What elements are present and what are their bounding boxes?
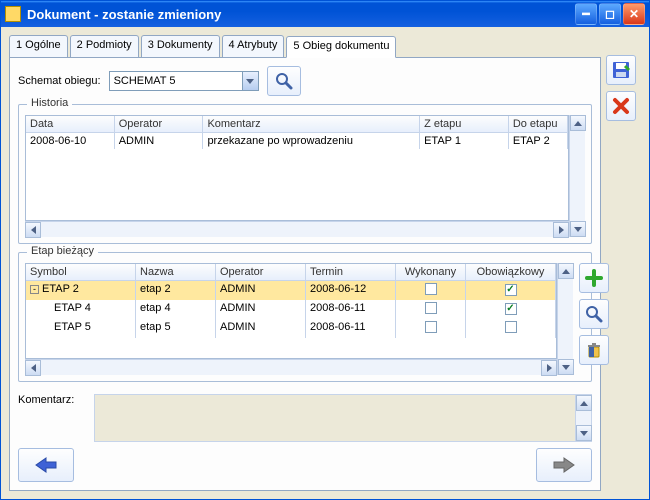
col-nazwa[interactable]: Nazwa [136,264,216,280]
scroll-left-icon[interactable] [25,222,41,238]
delete-etap-button[interactable] [579,335,609,365]
col-z-etapu[interactable]: Z etapu [420,116,509,132]
scroll-down-icon[interactable] [558,359,574,375]
etap-fieldset: Etap bieżący Symbol Nazwa Operator Termi… [18,252,592,382]
etap-body: -ETAP 2etap 2ADMIN2008-06-12ETAP 4etap 4… [26,281,556,358]
forward-button[interactable] [536,448,592,482]
table-row[interactable]: -ETAP 2etap 2ADMIN2008-06-12 [26,281,556,300]
scroll-up-icon[interactable] [558,263,574,279]
historia-body: 2008-06-10 ADMIN przekazane po wprowadze… [26,133,568,220]
historia-legend: Historia [27,97,72,109]
col-symbol[interactable]: Symbol [26,264,136,280]
etap-hscroll[interactable] [25,359,557,375]
col-wykonany[interactable]: Wykonany [396,264,466,280]
scroll-right-icon[interactable] [541,360,557,376]
schemat-row: Schemat obiegu: SCHEMAT 5 [18,66,592,96]
close-button[interactable]: ✕ [623,3,645,25]
col-operator[interactable]: Operator [216,264,306,280]
titlebar: Dokument - zostanie zmieniony ━ ◻ ✕ [1,1,649,27]
nav-row [18,448,592,482]
window-title: Dokument - zostanie zmieniony [27,7,221,22]
back-button[interactable] [18,448,74,482]
scroll-up-icon[interactable] [576,395,592,411]
add-etap-button[interactable] [579,263,609,293]
view-etap-button[interactable] [579,299,609,329]
trash-icon [585,341,603,359]
table-row[interactable]: ETAP 4etap 4ADMIN2008-06-11 [26,300,556,319]
arrow-left-icon [34,456,58,474]
scroll-down-icon[interactable] [570,221,586,237]
obowiazkowy-checkbox[interactable] [505,321,517,333]
schemat-label: Schemat obiegu: [18,75,101,87]
tab-podmioty[interactable]: 2 Podmioty [70,35,139,57]
etap-header: Symbol Nazwa Operator Termin Wykonany Ob… [26,264,556,281]
save-button[interactable] [606,55,636,85]
scroll-left-icon[interactable] [25,360,41,376]
scroll-right-icon[interactable] [553,222,569,238]
schemat-combo[interactable]: SCHEMAT 5 [109,71,259,91]
obowiazkowy-checkbox[interactable] [505,284,517,296]
tab-atrybuty[interactable]: 4 Atrybuty [222,35,285,57]
col-do-etapu[interactable]: Do etapu [509,116,568,132]
chevron-down-icon[interactable] [242,72,258,90]
komentarz-row: Komentarz: [18,394,592,442]
save-disk-icon [611,60,631,80]
cancel-button[interactable] [606,91,636,121]
col-obowiazkowy[interactable]: Obowiązkowy [466,264,556,280]
historia-vscroll[interactable] [569,115,585,237]
wykonany-checkbox[interactable] [425,283,437,295]
scroll-down-icon[interactable] [576,425,592,441]
komentarz-textarea[interactable] [94,394,592,442]
table-row[interactable]: 2008-06-10 ADMIN przekazane po wprowadze… [26,133,568,149]
search-icon [585,305,603,323]
tree-toggle-icon[interactable]: - [30,285,39,294]
historia-hscroll[interactable] [25,221,569,237]
etap-vscroll[interactable] [557,263,573,375]
wykonany-checkbox[interactable] [425,321,437,333]
col-termin[interactable]: Termin [306,264,396,280]
wykonany-checkbox[interactable] [425,302,437,314]
search-icon [275,72,293,90]
scroll-up-icon[interactable] [570,115,586,131]
schemat-search-button[interactable] [267,66,301,96]
arrow-right-icon [552,456,576,474]
obowiazkowy-checkbox[interactable] [505,303,517,315]
historia-header: Data Operator Komentarz Z etapu Do etapu [26,116,568,133]
tab-dokumenty[interactable]: 3 Dokumenty [141,35,220,57]
workarea: 1 Ogólne 2 Podmioty 3 Dokumenty 4 Atrybu… [1,27,649,499]
etap-legend: Etap bieżący [27,245,98,257]
col-komentarz[interactable]: Komentarz [203,116,420,132]
tab-panel: Schemat obiegu: SCHEMAT 5 Historia [9,57,601,491]
col-data[interactable]: Data [26,116,115,132]
komentarz-label: Komentarz: [18,394,86,406]
plus-icon [585,269,603,287]
cancel-x-icon [612,97,630,115]
tab-obieg-dokumentu[interactable]: 5 Obieg dokumentu [286,36,396,58]
schemat-value: SCHEMAT 5 [110,75,242,87]
maximize-button[interactable]: ◻ [599,3,621,25]
tabstrip: 1 Ogólne 2 Podmioty 3 Dokumenty 4 Atrybu… [9,35,601,57]
historia-fieldset: Historia Data Operator Komentarz Z etapu… [18,104,592,244]
tab-ogolne[interactable]: 1 Ogólne [9,35,68,57]
minimize-button[interactable]: ━ [575,3,597,25]
col-operator[interactable]: Operator [115,116,204,132]
table-row[interactable]: ETAP 5etap 5ADMIN2008-06-11 [26,319,556,338]
document-icon [5,6,21,22]
window: Dokument - zostanie zmieniony ━ ◻ ✕ 1 Og… [0,0,650,500]
komentarz-vscroll[interactable] [575,395,591,441]
